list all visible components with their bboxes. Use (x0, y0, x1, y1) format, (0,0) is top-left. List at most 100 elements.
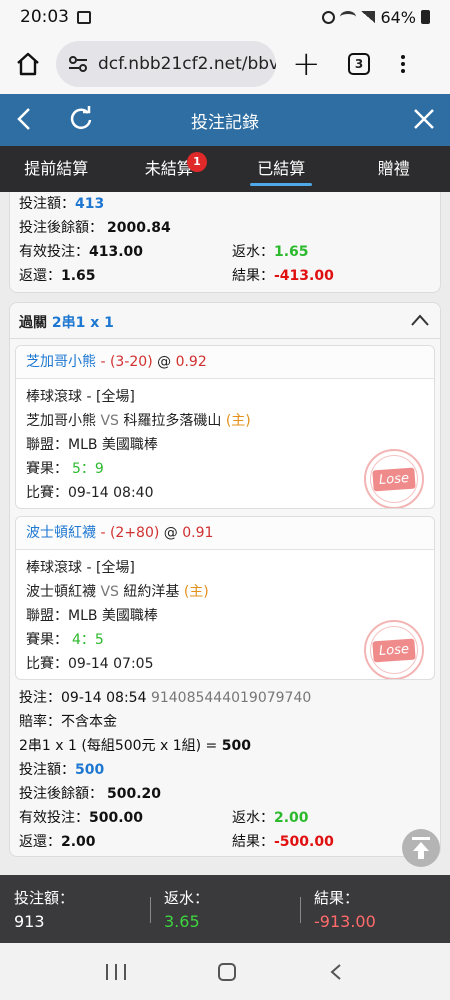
refresh-icon[interactable] (66, 104, 96, 134)
balance-row: 投注後餘額： 500.20 (19, 783, 161, 803)
back-icon[interactable] (10, 104, 40, 134)
parlay-title-prefix: 過關 (19, 315, 47, 331)
summary-rebate: 返水： 3.65 (150, 875, 300, 943)
leg-score: 4：5 (72, 632, 104, 648)
leg-matchup: 芝加哥小熊 VS 科羅拉多落磯山 (主) (26, 409, 424, 433)
leg-score-label: 賽果： (26, 461, 68, 477)
browser-toolbar: dcf.nbb21cf2.net/bbvie + 3 (0, 34, 450, 94)
leg-vs: VS (100, 584, 119, 600)
tab-settled[interactable]: 已結算 (225, 146, 338, 192)
parlay-title: 過關 2串1 x 1 (19, 312, 114, 332)
valid-bet-row: 有效投注：413.00 (19, 241, 143, 261)
recents-icon[interactable] (106, 963, 126, 980)
lose-stamp: Lose (364, 449, 424, 508)
leg-sport: 棒球滾球 - [全場] (26, 389, 135, 405)
leg-handicap: (3-20) (109, 354, 153, 370)
nav-home-icon[interactable] (218, 962, 236, 981)
bet-time-row: 投注：09-14 08:54 914085444019079740 (19, 687, 311, 707)
summary-result: 結果： -913.00 (300, 875, 450, 943)
leg-vs: VS (100, 413, 119, 429)
plus-icon[interactable]: + (292, 47, 321, 81)
valid-bet-value: 500.00 (89, 810, 144, 826)
rebate-value: 2.00 (274, 810, 309, 826)
rebate-value: 1.65 (274, 244, 309, 260)
valid-bet-value: 413.00 (89, 244, 144, 260)
status-right: 64% (322, 8, 430, 27)
bet-record-card: 投注額：413 投注後餘額： 2000.84 有效投注：413.00 返水：1.6… (9, 192, 441, 293)
alarm-icon (322, 10, 336, 24)
parlay-bet-card: 過關 2串1 x 1 芝加哥小熊 - (3-20) @ 0.92 棒球滾球 - … (9, 302, 441, 857)
return-value: 2.00 (61, 834, 96, 850)
url-bar[interactable]: dcf.nbb21cf2.net/bbvie (56, 41, 276, 87)
leg-body: 棒球滾球 - [全場] 芝加哥小熊 VS 科羅拉多落磯山 (主) 聯盟：MLB … (16, 379, 434, 508)
chevron-up-icon[interactable] (410, 312, 430, 326)
parlay-leg: 波士頓紅襪 - (2+80) @ 0.91 棒球滾球 - [全場] 波士頓紅襪 … (15, 516, 435, 680)
return-label: 返還： (19, 268, 61, 284)
stake-row: 投注額：413 (19, 193, 104, 213)
valid-bet-label: 有效投注： (19, 810, 89, 826)
leg-host-marker: (主) (225, 413, 251, 429)
balance-label: 投注後餘額： (19, 786, 103, 802)
bet-record-list[interactable]: 投注額：413 投注後餘額： 2000.84 有效投注：413.00 返水：1.6… (0, 192, 450, 875)
lose-stamp-ring: Lose (370, 626, 418, 674)
status-bar: 20:03 64% (0, 0, 450, 34)
tune-icon[interactable] (68, 55, 88, 73)
result-label: 結果： (232, 834, 274, 850)
app-header: 投注記錄 (0, 94, 450, 146)
leg-odds: 0.92 (175, 354, 207, 370)
battery-percent: 64% (380, 7, 416, 27)
tab-switcher-button[interactable]: 3 (348, 53, 370, 75)
leg-at: @ (152, 354, 176, 370)
stake-row: 投注額：500 (19, 759, 104, 779)
combo-text: 2串1 x 1 (每組500元 x 1組) = (19, 738, 222, 754)
parlay-header[interactable]: 過關 2串1 x 1 (10, 303, 440, 339)
combo-row: 2串1 x 1 (每組500元 x 1組) = 500 (19, 735, 251, 755)
tab-label: 贈禮 (377, 159, 410, 178)
parlay-leg: 芝加哥小熊 - (3-20) @ 0.92 棒球滾球 - [全場] 芝加哥小熊 … (15, 345, 435, 509)
leg-matchup: 波士頓紅襪 VS 紐約洋基 (主) (26, 580, 424, 604)
tab-label: 提前結算 (24, 159, 89, 178)
rebate-label: 返水： (232, 810, 274, 826)
summary-stake: 投注額： 913 (0, 875, 150, 943)
tab-gifts[interactable]: 贈禮 (338, 146, 450, 192)
stake-value: 413 (75, 196, 105, 212)
home-icon[interactable] (12, 48, 44, 80)
summary-rebate-label: 返水： (164, 889, 210, 907)
combo-total: 500 (221, 738, 251, 754)
leg-host-marker: (主) (183, 584, 209, 600)
menu-icon[interactable] (400, 55, 406, 73)
summary-rebate-value: 3.65 (164, 912, 200, 931)
tab-unsettled[interactable]: 未結算 1 (113, 146, 226, 192)
leg-separator: - (96, 354, 110, 370)
summary-stake-value: 913 (14, 912, 45, 931)
valid-bet-row: 有效投注：500.00 (19, 807, 143, 827)
leg-league: 聯盟：MLB 美國職棒 (26, 437, 158, 453)
leg-away-team: 科羅拉多落磯山 (123, 413, 222, 429)
tab-early-settle[interactable]: 提前結算 (0, 146, 113, 192)
rebate-label: 返水： (232, 244, 274, 260)
leg-home-team: 芝加哥小熊 (26, 413, 96, 429)
leg-sport: 棒球滾球 - [全場] (26, 560, 135, 576)
system-nav-bar (0, 943, 450, 1000)
result-value: -500.00 (274, 834, 334, 850)
lose-stamp-ring: Lose (370, 455, 418, 503)
leg-header: 波士頓紅襪 - (2+80) @ 0.91 (16, 517, 434, 550)
close-icon[interactable] (410, 105, 438, 133)
leg-score: 5：9 (72, 461, 104, 477)
odds-type: 賠率：不含本金 (19, 714, 117, 730)
tab-label: 已結算 (257, 159, 306, 178)
scroll-top-button[interactable] (402, 829, 440, 867)
bet-time: 投注：09-14 08:54 (19, 690, 147, 706)
leg-handicap: (2+80) (109, 525, 160, 541)
result-label: 結果： (232, 268, 274, 284)
leg-league: 聯盟：MLB 美國職棒 (26, 608, 158, 624)
return-value: 1.65 (61, 268, 96, 284)
rebate-row: 返水：1.65 (232, 241, 309, 261)
summary-result-value: -913.00 (314, 912, 376, 931)
status-time: 20:03 (20, 7, 69, 27)
lose-stamp-label: Lose (372, 638, 416, 662)
battery-icon (421, 10, 430, 24)
nav-back-icon[interactable] (328, 963, 344, 981)
leg-header: 芝加哥小熊 - (3-20) @ 0.92 (16, 346, 434, 379)
leg-home-team: 波士頓紅襪 (26, 584, 96, 600)
